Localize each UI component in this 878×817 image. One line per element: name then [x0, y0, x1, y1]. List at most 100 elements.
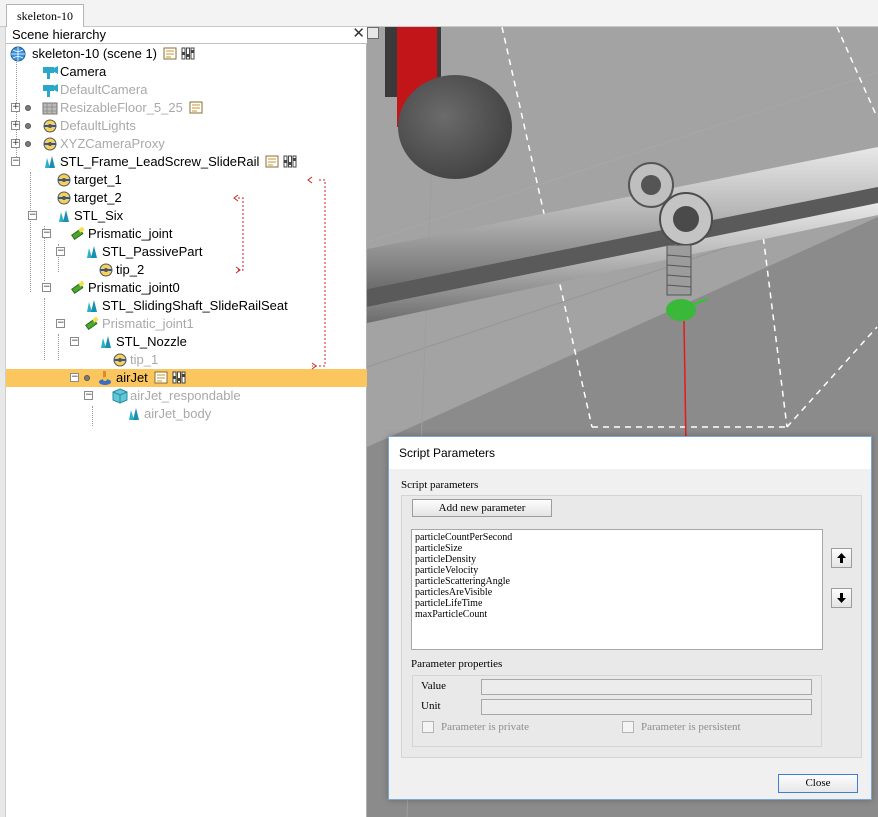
visibility-dot[interactable]	[25, 123, 31, 129]
tree-item-label: STL_Nozzle	[116, 334, 187, 349]
parameter-list-item[interactable]: particleScatteringAngle	[415, 576, 819, 587]
collapse-icon[interactable]: −	[84, 391, 93, 400]
tree-item-label: Prismatic_joint	[88, 226, 173, 241]
dialog-titlebar: Script Parameters	[389, 437, 871, 469]
link-arrows	[233, 176, 326, 370]
script-icon[interactable]	[163, 47, 177, 60]
tab-skeleton[interactable]: skeleton-10	[6, 4, 84, 27]
persistent-checkbox[interactable]	[622, 721, 634, 733]
tree-item-label: skeleton-10 (scene 1)	[32, 46, 158, 61]
parameter-list[interactable]: particleCountPerSecond particleSize partic…	[411, 529, 823, 650]
visibility-dot[interactable]	[84, 375, 90, 381]
tree-item[interactable]: skeleton-10 (scene 1)	[6, 45, 367, 63]
unit-field[interactable]	[481, 699, 812, 715]
collapse-icon[interactable]: −	[11, 157, 20, 166]
parameter-list-item[interactable]: particleDensity	[415, 554, 819, 565]
tree-item-label: airJet_respondable	[130, 388, 241, 403]
parameter-list-item[interactable]: particleLifeTime	[415, 598, 819, 609]
parameter-properties-group: Value Unit Parameter is private Paramete…	[412, 675, 822, 747]
arrow-up-icon	[837, 553, 846, 563]
scene-hierarchy-panel: Scene hierarchy ✕ skeleton-10 (scene 1) C…	[6, 26, 367, 817]
expand-icon[interactable]: +	[11, 103, 20, 112]
tree-item[interactable]: airJet_body	[6, 405, 367, 423]
dummy-icon	[56, 190, 72, 206]
cube-icon	[112, 388, 128, 404]
collapse-icon[interactable]: −	[56, 247, 65, 256]
arrow-down-icon	[837, 593, 846, 603]
dummy-icon	[56, 172, 72, 188]
dummy-icon	[112, 352, 128, 368]
settings-icon[interactable]	[172, 371, 186, 384]
expand-icon[interactable]: +	[11, 139, 20, 148]
scene-hierarchy-title: Scene hierarchy	[12, 27, 106, 42]
collapse-icon[interactable]: −	[70, 337, 79, 346]
threaded-shaft	[666, 244, 692, 296]
collapse-icon[interactable]: −	[28, 211, 37, 220]
script-parameters-group: Add new parameter particleCountPerSecond…	[401, 495, 862, 758]
script-icon[interactable]	[189, 101, 203, 114]
tree-item-label: DefaultCamera	[60, 82, 148, 97]
collapse-icon[interactable]: −	[42, 283, 51, 292]
script-icon[interactable]	[154, 371, 168, 384]
joint-icon	[70, 226, 86, 242]
document-tab-bar: skeleton-10	[0, 0, 878, 27]
joint-icon	[70, 280, 86, 296]
visibility-dot[interactable]	[25, 141, 31, 147]
tree-item-label: Prismatic_joint1	[102, 316, 194, 331]
tree-item[interactable]: − airJet_respondable	[6, 387, 367, 405]
dark-disc	[398, 75, 512, 179]
tree-item-label: airJet	[116, 370, 148, 385]
parameter-list-item[interactable]: maxParticleCount	[415, 609, 819, 620]
add-parameter-button[interactable]: Add new parameter	[412, 499, 552, 517]
tree-item[interactable]: + XYZCameraProxy	[6, 135, 367, 153]
settings-icon[interactable]	[181, 47, 195, 60]
dialog-title: Script Parameters	[399, 446, 496, 460]
tree-item-label: tip_2	[116, 262, 145, 277]
parameter-list-item[interactable]: particleCountPerSecond	[415, 532, 819, 543]
tree-item[interactable]: + DefaultLights	[6, 117, 367, 135]
expand-icon[interactable]: +	[11, 121, 20, 130]
value-field[interactable]	[481, 679, 812, 695]
tree-item-label: target_2	[74, 190, 122, 205]
link-arrowhead	[307, 176, 313, 184]
tree-item-label: target_1	[74, 172, 122, 187]
rod-end-hole	[641, 175, 661, 195]
parameter-list-item[interactable]: particlesAreVisible	[415, 587, 819, 598]
dummy-icon	[42, 136, 58, 152]
move-down-button[interactable]	[831, 588, 852, 608]
parameter-properties-label: Parameter properties	[411, 658, 503, 670]
close-button[interactable]: Close	[778, 774, 858, 793]
link-arrow-path	[236, 197, 244, 271]
parameter-list-item[interactable]: particleVelocity	[415, 565, 819, 576]
tree-item-label: tip_1	[130, 352, 159, 367]
dummy-icon	[98, 262, 114, 278]
close-icon[interactable]: ✕	[352, 26, 365, 42]
shape-icon	[42, 154, 58, 170]
tree-item-label: DefaultLights	[60, 118, 136, 133]
scene-hierarchy-header: Scene hierarchy ✕	[6, 26, 367, 44]
private-checkbox-label: Parameter is private	[441, 721, 529, 733]
move-up-button[interactable]	[831, 548, 852, 568]
unit-label: Unit	[421, 700, 441, 712]
script-parameters-group-label: Script parameters	[401, 479, 479, 491]
private-checkbox[interactable]	[422, 721, 434, 733]
shape-icon	[56, 208, 72, 224]
tree-item[interactable]: + ResizableFloor_5_25	[6, 99, 367, 117]
globe-icon	[10, 46, 26, 62]
camera-icon	[42, 64, 58, 80]
collapse-icon[interactable]: −	[70, 373, 79, 382]
tree-item[interactable]: Camera	[6, 63, 367, 81]
visibility-dot[interactable]	[25, 105, 31, 111]
tree-item-label: airJet_body	[144, 406, 212, 421]
link-arrowhead	[233, 194, 239, 202]
rod-end-hole	[673, 206, 699, 232]
tree-item-label: STL_Six	[74, 208, 124, 223]
parameter-list-item[interactable]: particleSize	[415, 543, 819, 554]
camera-icon	[42, 82, 58, 98]
tree-item-label: Prismatic_joint0	[88, 280, 180, 295]
viewport-corner-button[interactable]	[367, 27, 379, 39]
collapse-icon[interactable]: −	[42, 229, 51, 238]
tree-item[interactable]: DefaultCamera	[6, 81, 367, 99]
collapse-icon[interactable]: −	[56, 319, 65, 328]
value-label: Value	[421, 680, 447, 692]
